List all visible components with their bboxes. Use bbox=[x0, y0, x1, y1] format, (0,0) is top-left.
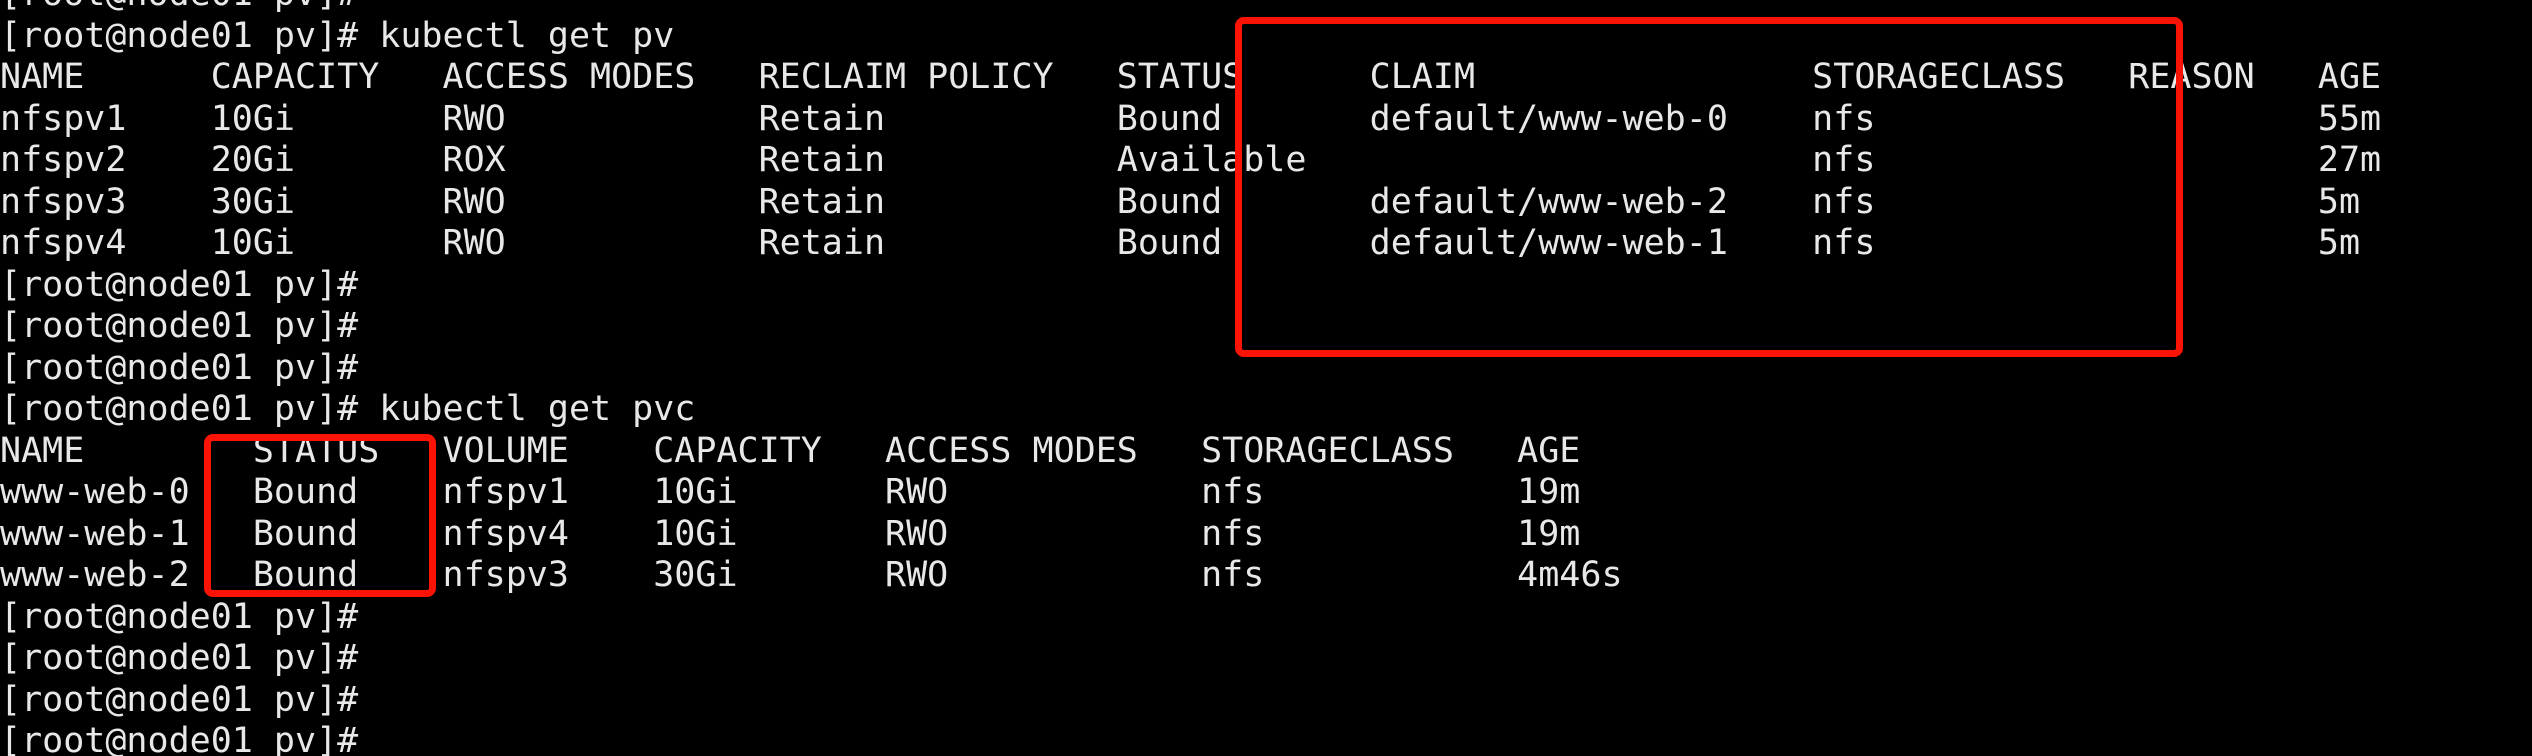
terminal-line: [root@node01 pv]# bbox=[0, 264, 359, 305]
terminal-line: www-web-2 Bound nfspv3 30Gi RWO nfs 4m46… bbox=[0, 555, 1623, 595]
terminal-line: nfspv2 20Gi ROX Retain Available nfs 27m bbox=[0, 140, 2382, 180]
terminal-line: NAME STATUS VOLUME CAPACITY ACCESS MODES… bbox=[0, 430, 1581, 471]
terminal-line: NAME CAPACITY ACCESS MODES RECLAIM POLIC… bbox=[0, 57, 2382, 97]
terminal-line: [root@node01 pv]# bbox=[0, 638, 359, 678]
terminal-output[interactable]: [root@node01 pv]# [root@node01 pv]# kube… bbox=[0, 0, 2532, 756]
terminal-line: www-web-0 Bound nfspv1 10Gi RWO nfs 19m bbox=[0, 472, 1581, 512]
terminal-line: [root@node01 pv]# bbox=[0, 679, 359, 720]
terminal-line: nfspv3 30Gi RWO Retain Bound default/www… bbox=[0, 181, 2361, 222]
terminal-screen[interactable]: [root@node01 pv]# [root@node01 pv]# kube… bbox=[0, 0, 2532, 756]
terminal-line: [root@node01 pv]# bbox=[0, 347, 359, 388]
terminal-line: nfspv4 10Gi RWO Retain Bound default/www… bbox=[0, 223, 2361, 263]
terminal-line: [root@node01 pv]# bbox=[0, 721, 359, 756]
terminal-line: [root@node01 pv]# kubectl get pv bbox=[0, 15, 675, 56]
terminal-line: www-web-1 Bound nfspv4 10Gi RWO nfs 19m bbox=[0, 513, 1581, 554]
terminal-line: nfspv1 10Gi RWO Retain Bound default/www… bbox=[0, 98, 2382, 139]
terminal-line: [root@node01 pv]# bbox=[0, 596, 359, 637]
terminal-line: [root@node01 pv]# bbox=[0, 0, 2532, 16]
terminal-line: [root@node01 pv]# bbox=[0, 306, 359, 346]
terminal-line: [root@node01 pv]# kubectl get pvc bbox=[0, 389, 696, 429]
